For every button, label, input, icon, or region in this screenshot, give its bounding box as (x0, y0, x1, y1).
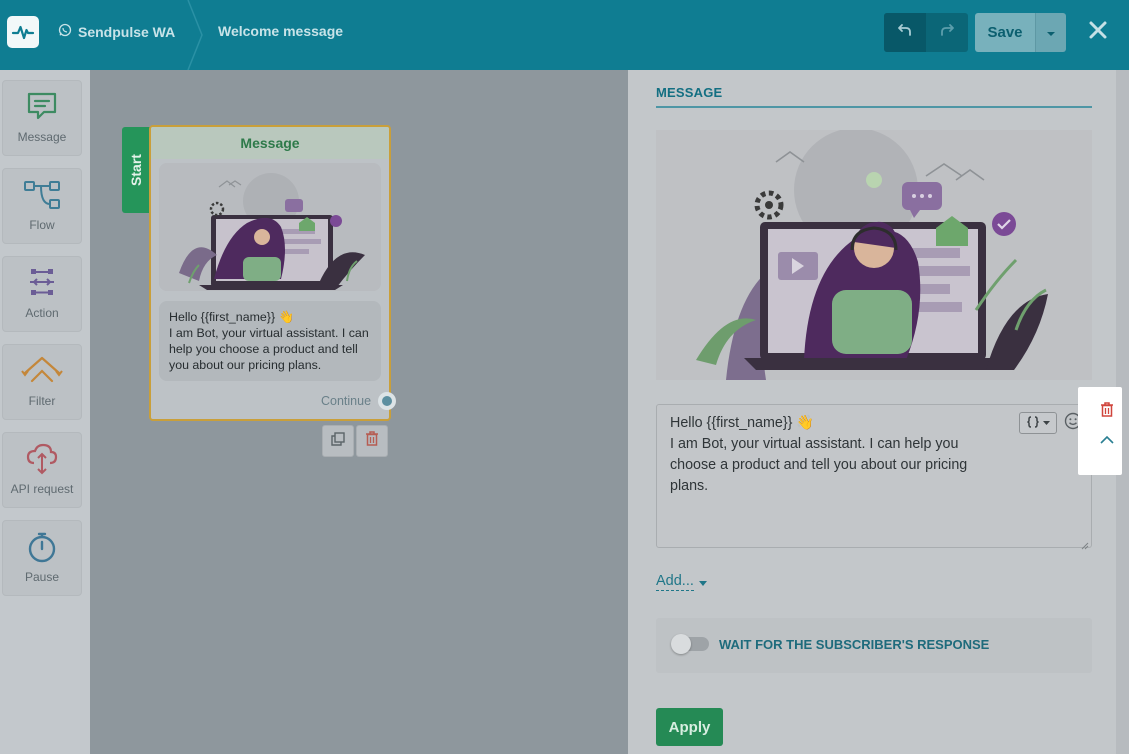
wait-response-toggle[interactable] (671, 634, 709, 654)
add-content-link[interactable]: Add... (656, 573, 694, 591)
duplicate-node-button[interactable] (322, 425, 354, 457)
message-block-controls (1078, 387, 1122, 475)
copy-icon (331, 431, 345, 451)
tool-label: API request (10, 482, 74, 496)
tool-action[interactable]: Action (2, 256, 82, 332)
node-title: Message (151, 127, 389, 159)
close-icon (1088, 20, 1108, 45)
panel-title-divider (656, 106, 1092, 108)
message-text-line2: I am Bot, your virtual assistant. I can … (670, 436, 968, 494)
message-text[interactable]: Hello {{first_name}} 👋 I am Bot, your vi… (670, 413, 1000, 497)
chevron-down-icon (699, 581, 707, 586)
move-up-chevron-icon[interactable] (1100, 431, 1114, 449)
message-image[interactable] (656, 130, 1092, 380)
save-options-button[interactable] (1035, 13, 1066, 52)
tool-api-request[interactable]: API request (2, 432, 82, 508)
redo-icon (939, 22, 955, 43)
insert-variable-button[interactable] (1019, 412, 1057, 434)
element-toolbox: Message Flow Action Filter API request P… (0, 70, 90, 754)
history-controls (884, 13, 968, 52)
undo-icon (897, 22, 913, 43)
tool-label: Filter (28, 394, 56, 408)
panel-title: MESSAGE (656, 85, 723, 100)
filter-icon (3, 355, 81, 389)
breadcrumb-bot[interactable]: Sendpulse WA (58, 23, 175, 40)
node-message-text: Hello {{first_name}} 👋 I am Bot, your vi… (159, 301, 381, 381)
undo-button[interactable] (884, 13, 926, 52)
page-title: Welcome message (218, 23, 344, 39)
bot-name: Sendpulse WA (78, 23, 176, 40)
toggle-knob (671, 634, 691, 654)
wait-response-label: WAIT FOR THE SUBSCRIBER'S RESPONSE (719, 637, 990, 652)
delete-block-icon[interactable] (1100, 402, 1114, 422)
breadcrumb-separator (187, 0, 203, 70)
message-text-line1: Hello {{first_name}} 👋 (670, 415, 815, 431)
node-text-line2: I am Bot, your virtual assistant. I can … (169, 326, 369, 372)
connector-dot (382, 396, 392, 406)
chevron-down-icon (1046, 24, 1056, 42)
tool-pause[interactable]: Pause (2, 520, 82, 596)
delete-node-button[interactable] (356, 425, 388, 457)
action-icon (3, 267, 81, 301)
apply-button[interactable]: Apply (656, 708, 723, 746)
node-text-line1: Hello {{first_name}} 👋 (169, 310, 294, 324)
start-marker: Start (122, 127, 150, 213)
flow-icon (3, 179, 81, 213)
start-label: Start (128, 154, 144, 186)
tool-label: Pause (24, 570, 60, 584)
top-bar: Sendpulse WA Welcome message Save (0, 0, 1129, 70)
message-text-editor[interactable]: Hello {{first_name}} 👋 I am Bot, your vi… (656, 404, 1092, 550)
pause-icon (3, 531, 81, 565)
message-node[interactable]: Message Hello {{first_name}} 👋 I am Bot,… (149, 125, 391, 421)
tool-label: Flow (29, 218, 55, 232)
tool-flow[interactable]: Flow (2, 168, 82, 244)
trash-icon (365, 431, 379, 451)
resize-handle-icon[interactable] (1081, 537, 1089, 550)
whatsapp-icon (58, 23, 72, 40)
tool-message[interactable]: Message (2, 80, 82, 156)
tool-filter[interactable]: Filter (2, 344, 82, 420)
save-button[interactable]: Save (975, 13, 1035, 52)
wait-response-setting: WAIT FOR THE SUBSCRIBER'S RESPONSE (656, 618, 1092, 673)
continue-label: Continue (321, 394, 372, 408)
chevron-down-icon (1042, 417, 1050, 429)
tool-label: Action (25, 306, 59, 320)
tool-label: Message (17, 130, 67, 144)
message-icon (3, 91, 81, 125)
continue-connector[interactable] (378, 392, 396, 410)
close-button[interactable] (1084, 18, 1112, 46)
api-request-icon (3, 443, 81, 477)
variable-braces-icon (1026, 415, 1039, 431)
sendpulse-logo-icon[interactable] (7, 16, 39, 48)
node-image (159, 163, 381, 291)
redo-button[interactable] (926, 13, 968, 52)
